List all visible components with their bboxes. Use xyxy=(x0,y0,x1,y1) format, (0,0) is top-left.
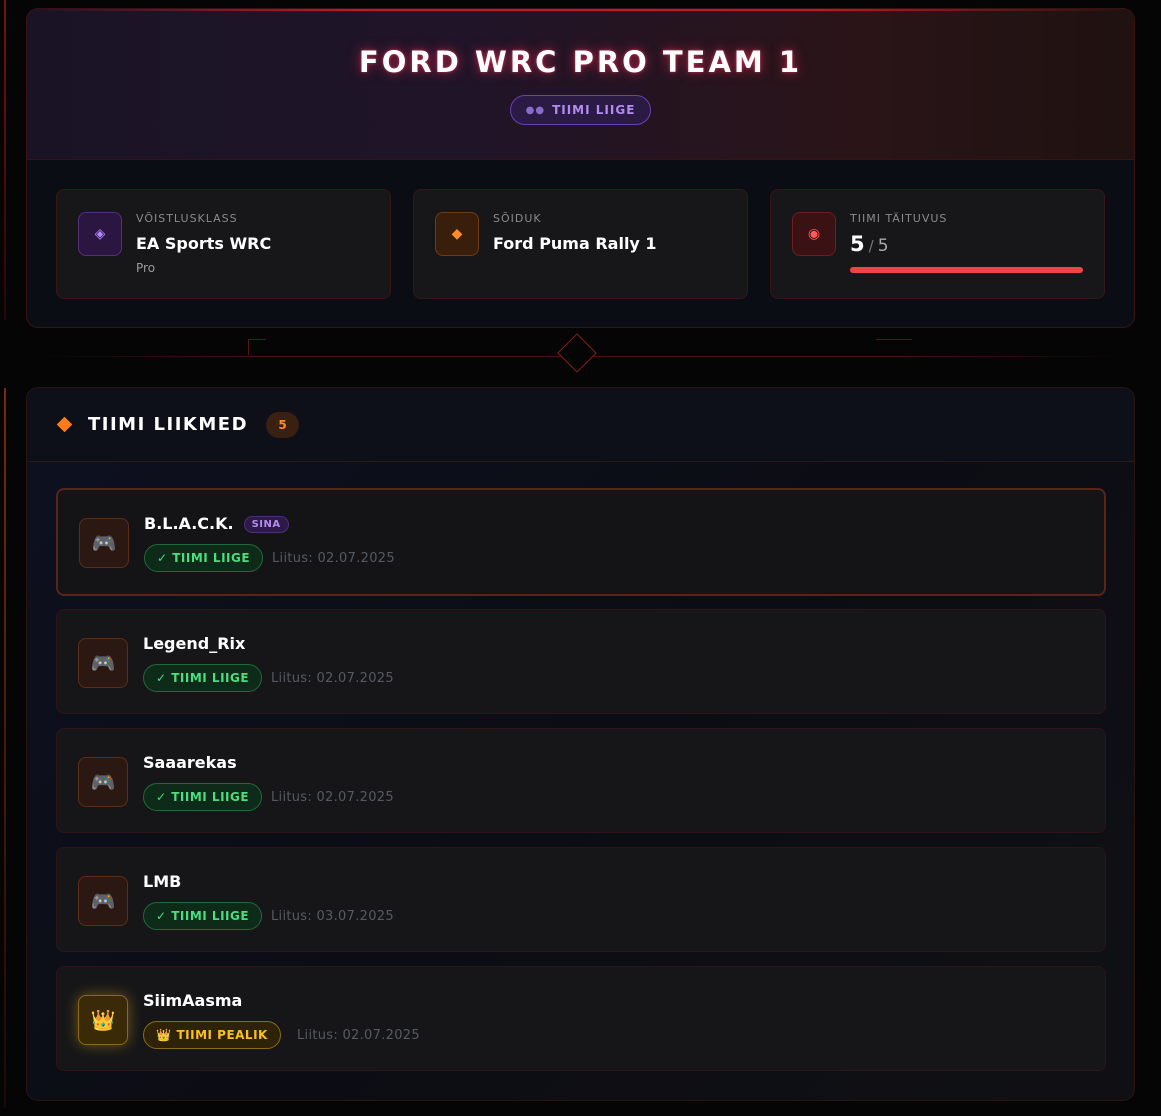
team-role-label: TIIMI LIIGE xyxy=(552,103,636,117)
divider-diamond xyxy=(557,333,597,373)
member-role-badge: ✓ TIIMI LIIGE xyxy=(143,783,263,811)
member-join-date: Liitus: 03.07.2025 xyxy=(271,909,394,924)
fill-info-box: ◉ TIIMI TÄITUVUS 5/5 xyxy=(770,189,1105,299)
team-header: FORD WRC PRO TEAM 1 ●● TIIMI LIIGE xyxy=(27,9,1134,160)
class-sub: Pro xyxy=(136,261,156,275)
member-name: B.L.A.C.K. xyxy=(144,514,234,533)
leader-role-badge: 👑 TIIMI PEALIK xyxy=(143,1021,281,1049)
member-name: Saaarekas xyxy=(143,753,237,772)
left-accent-line-top xyxy=(4,0,6,320)
members-card: TIIMI LIIKMED 5 🎮 B.L.A.C.K. SINA ✓ TIIMI… xyxy=(26,387,1135,1101)
vehicle-info-box: ◆ SÕIDUK Ford Puma Rally 1 xyxy=(413,189,748,299)
fill-progress-fill xyxy=(850,267,1083,273)
diamond-icon: ◈ xyxy=(78,212,122,256)
fill-separator: / xyxy=(868,237,874,255)
divider-bracket-right xyxy=(876,339,912,340)
diamond-icon xyxy=(56,416,73,433)
member-name: LMB xyxy=(143,872,182,891)
class-info-box: ◈ VÕISTLUSKLASS EA Sports WRC Pro xyxy=(56,189,391,299)
member-role-badge: ✓ TIIMI LIIGE xyxy=(144,544,264,572)
member-row[interactable]: 👑 SiimAasma 👑 TIIMI PEALIK Liitus: 02.07.… xyxy=(56,966,1106,1071)
vehicle-label: SÕIDUK xyxy=(493,212,542,225)
members-title: TIIMI LIIKMED xyxy=(88,414,249,435)
team-info-row: ◈ VÕISTLUSKLASS EA Sports WRC Pro ◆ SÕID… xyxy=(56,189,1105,299)
fill-count: 5/5 xyxy=(850,232,889,256)
team-card: FORD WRC PRO TEAM 1 ●● TIIMI LIIGE ◈ VÕI… xyxy=(26,8,1135,328)
member-name: SiimAasma xyxy=(143,991,243,1010)
gamepad-icon: 🎮 xyxy=(79,518,129,568)
gamepad-icon: 🎮 xyxy=(78,638,128,688)
users-icon: ●● xyxy=(525,104,546,116)
member-join-date: Liitus: 02.07.2025 xyxy=(271,790,394,805)
member-role-badge: ✓ TIIMI LIIGE xyxy=(143,902,263,930)
member-row[interactable]: 🎮 Saaarekas ✓ TIIMI LIIGE Liitus: 02.07.… xyxy=(56,728,1106,833)
diamond-icon: ◆ xyxy=(435,212,479,256)
member-row[interactable]: 🎮 LMB ✓ TIIMI LIIGE Liitus: 03.07.2025 xyxy=(56,847,1106,952)
member-name-wrap: B.L.A.C.K. SINA xyxy=(144,514,289,533)
member-list: 🎮 B.L.A.C.K. SINA ✓ TIIMI LIIGE Liitus: 0… xyxy=(56,488,1106,1085)
fill-progress-bar xyxy=(850,267,1083,273)
vehicle-value: Ford Puma Rally 1 xyxy=(493,234,657,253)
team-role-badge: ●● TIIMI LIIGE xyxy=(509,95,652,125)
member-role-badge: ✓ TIIMI LIIGE xyxy=(143,664,263,692)
members-count-badge: 5 xyxy=(266,411,300,438)
class-value: EA Sports WRC xyxy=(136,234,272,253)
member-join-date: Liitus: 02.07.2025 xyxy=(271,671,394,686)
leader-role-label: TIIMI PEALIK xyxy=(176,1028,268,1042)
crown-icon: 👑 xyxy=(78,995,128,1045)
target-icon: ◉ xyxy=(792,212,836,256)
gamepad-icon: 🎮 xyxy=(78,876,128,926)
fill-current: 5 xyxy=(850,232,865,256)
member-row[interactable]: 🎮 Legend_Rix ✓ TIIMI LIIGE Liitus: 02.07… xyxy=(56,609,1106,714)
gamepad-icon: 🎮 xyxy=(78,757,128,807)
left-accent-line-bottom xyxy=(4,388,6,1108)
fill-max: 5 xyxy=(877,236,889,256)
members-header: TIIMI LIIKMED 5 xyxy=(27,388,1134,462)
member-row[interactable]: 🎮 B.L.A.C.K. SINA ✓ TIIMI LIIGE Liitus: 0… xyxy=(56,488,1106,596)
team-name: FORD WRC PRO TEAM 1 xyxy=(358,45,803,79)
member-join-date: Liitus: 02.07.2025 xyxy=(297,1028,420,1043)
fill-label: TIIMI TÄITUVUS xyxy=(850,212,948,225)
crown-icon: 👑 xyxy=(156,1028,172,1042)
member-join-date: Liitus: 02.07.2025 xyxy=(272,551,395,566)
member-name: Legend_Rix xyxy=(143,634,246,653)
you-badge: SINA xyxy=(243,516,289,533)
class-label: VÕISTLUSKLASS xyxy=(136,212,238,225)
divider-bracket-left xyxy=(248,339,266,355)
